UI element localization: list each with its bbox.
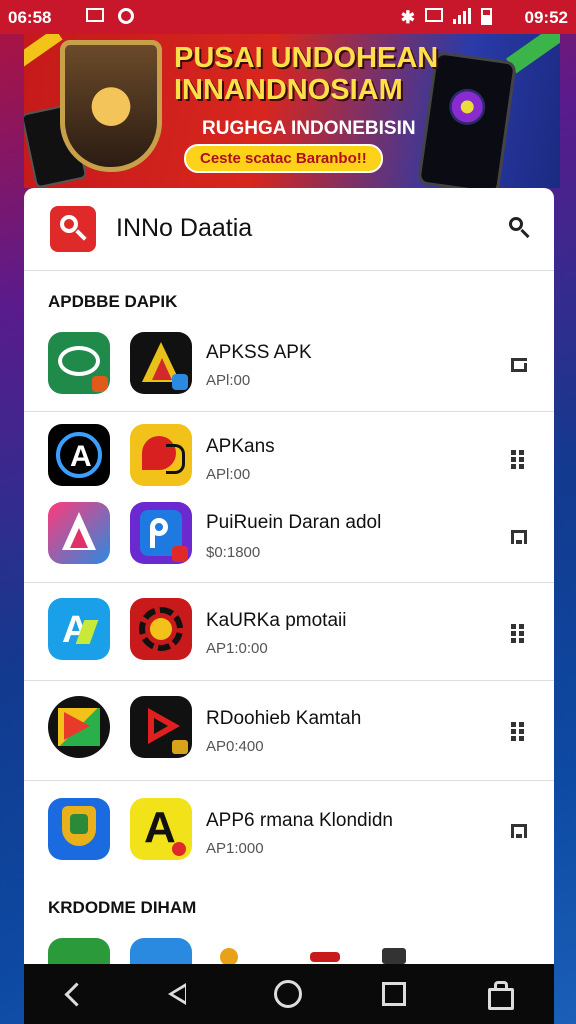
app-size: APl:00 bbox=[206, 466, 251, 483]
app-icon-emblem bbox=[48, 332, 110, 394]
banner-decoration bbox=[24, 34, 63, 74]
app-icon-play-yellow bbox=[48, 696, 110, 758]
navigation-bar bbox=[24, 964, 554, 1024]
app-size: AP0:400 bbox=[206, 738, 264, 755]
back-arrow-icon[interactable] bbox=[60, 980, 89, 1008]
install-icon[interactable] bbox=[511, 530, 529, 548]
app-size: $0:1800 bbox=[206, 544, 261, 561]
banner-title-line2: INNANDNOSIAM bbox=[174, 74, 403, 106]
divider bbox=[24, 680, 554, 681]
menu-grid-icon[interactable] bbox=[511, 722, 529, 741]
app-notification-icon bbox=[118, 8, 134, 24]
app-icon-partial bbox=[130, 938, 192, 964]
app-icon-a-logo: A bbox=[48, 424, 110, 486]
status-time-right: 09:52 bbox=[524, 8, 568, 27]
status-icons-right: ✱ bbox=[401, 8, 492, 28]
banner-title: PUSAI UNDOHEAN INNANDNOSIAM bbox=[174, 42, 438, 106]
app-logo-icon bbox=[50, 206, 96, 252]
app-size: AP1:0:00 bbox=[206, 640, 268, 657]
app-icon-bird bbox=[130, 424, 192, 486]
app-icon-partial bbox=[220, 948, 238, 964]
app-size: AP1:000 bbox=[206, 840, 264, 857]
app-list-panel: INNo Daatia APDBBE DAPIK APKSS APK APl:0… bbox=[24, 188, 554, 964]
app-name: PuiRuein Daran adol bbox=[206, 512, 382, 533]
signal-icon bbox=[453, 8, 471, 24]
panel-title: INNo Daatia bbox=[116, 214, 253, 242]
menu-grid-icon[interactable] bbox=[511, 624, 529, 643]
promo-banner[interactable]: PUSAI UNDOHEAN INNANDNOSIAM RUGHGA INDON… bbox=[24, 34, 560, 188]
divider bbox=[24, 780, 554, 781]
search-icon[interactable] bbox=[508, 216, 532, 240]
banner-cta-button[interactable]: Ceste scatac Baranbo!! bbox=[184, 144, 383, 173]
status-time-left: 06:58 bbox=[8, 8, 52, 27]
app-icon-partial bbox=[310, 952, 340, 962]
app-icon-gear-red bbox=[130, 598, 192, 660]
app-icon-a-yellow: A bbox=[130, 798, 192, 860]
app-name: RDoohieb Kamtah bbox=[206, 708, 362, 729]
divider bbox=[24, 582, 554, 583]
app-name: KaURKa pmotaii bbox=[206, 610, 347, 631]
menu-grid-icon[interactable] bbox=[511, 450, 529, 469]
install-icon[interactable] bbox=[511, 824, 529, 842]
panel-header: INNo Daatia bbox=[24, 188, 554, 271]
app-icon-partial bbox=[48, 938, 110, 964]
app-icon-triangle-a bbox=[130, 332, 192, 394]
shield-logo-icon bbox=[60, 40, 162, 172]
section-title-top: APDBBE DAPIK bbox=[48, 292, 178, 311]
app-icon-a-pink bbox=[48, 502, 110, 564]
home-icon[interactable] bbox=[274, 980, 302, 1008]
nfc-icon bbox=[425, 8, 443, 22]
divider bbox=[24, 411, 554, 412]
status-bar: 06:58 ✱ 09:52 bbox=[0, 0, 576, 34]
app-icon-play-red bbox=[130, 696, 192, 758]
banner-subtitle: RUGHGA INDONEBISIN bbox=[202, 118, 416, 139]
app-icon-shield-blue bbox=[48, 798, 110, 860]
install-icon[interactable] bbox=[511, 358, 529, 376]
status-icons-left bbox=[86, 8, 134, 24]
app-size: APl:00 bbox=[206, 372, 251, 389]
app-icon-partial bbox=[382, 948, 406, 964]
bluetooth-icon: ✱ bbox=[400, 8, 415, 27]
back-triangle-icon[interactable] bbox=[164, 980, 192, 1008]
app-name: APP6 rmana Klondidn bbox=[206, 810, 393, 831]
app-icon-a-blue: A bbox=[48, 598, 110, 660]
banner-title-line1: PUSAI UNDOHEAN bbox=[174, 42, 439, 74]
app-name: APKans bbox=[206, 436, 275, 457]
app-icon-p-purple bbox=[130, 502, 192, 564]
app-name: APKSS APK bbox=[206, 342, 312, 363]
recents-icon[interactable] bbox=[380, 980, 408, 1008]
image-notification-icon bbox=[86, 8, 104, 22]
battery-icon bbox=[481, 8, 492, 25]
store-bag-icon[interactable] bbox=[486, 980, 514, 1010]
section-title-bottom: KRDODME DIHAM bbox=[48, 898, 197, 917]
